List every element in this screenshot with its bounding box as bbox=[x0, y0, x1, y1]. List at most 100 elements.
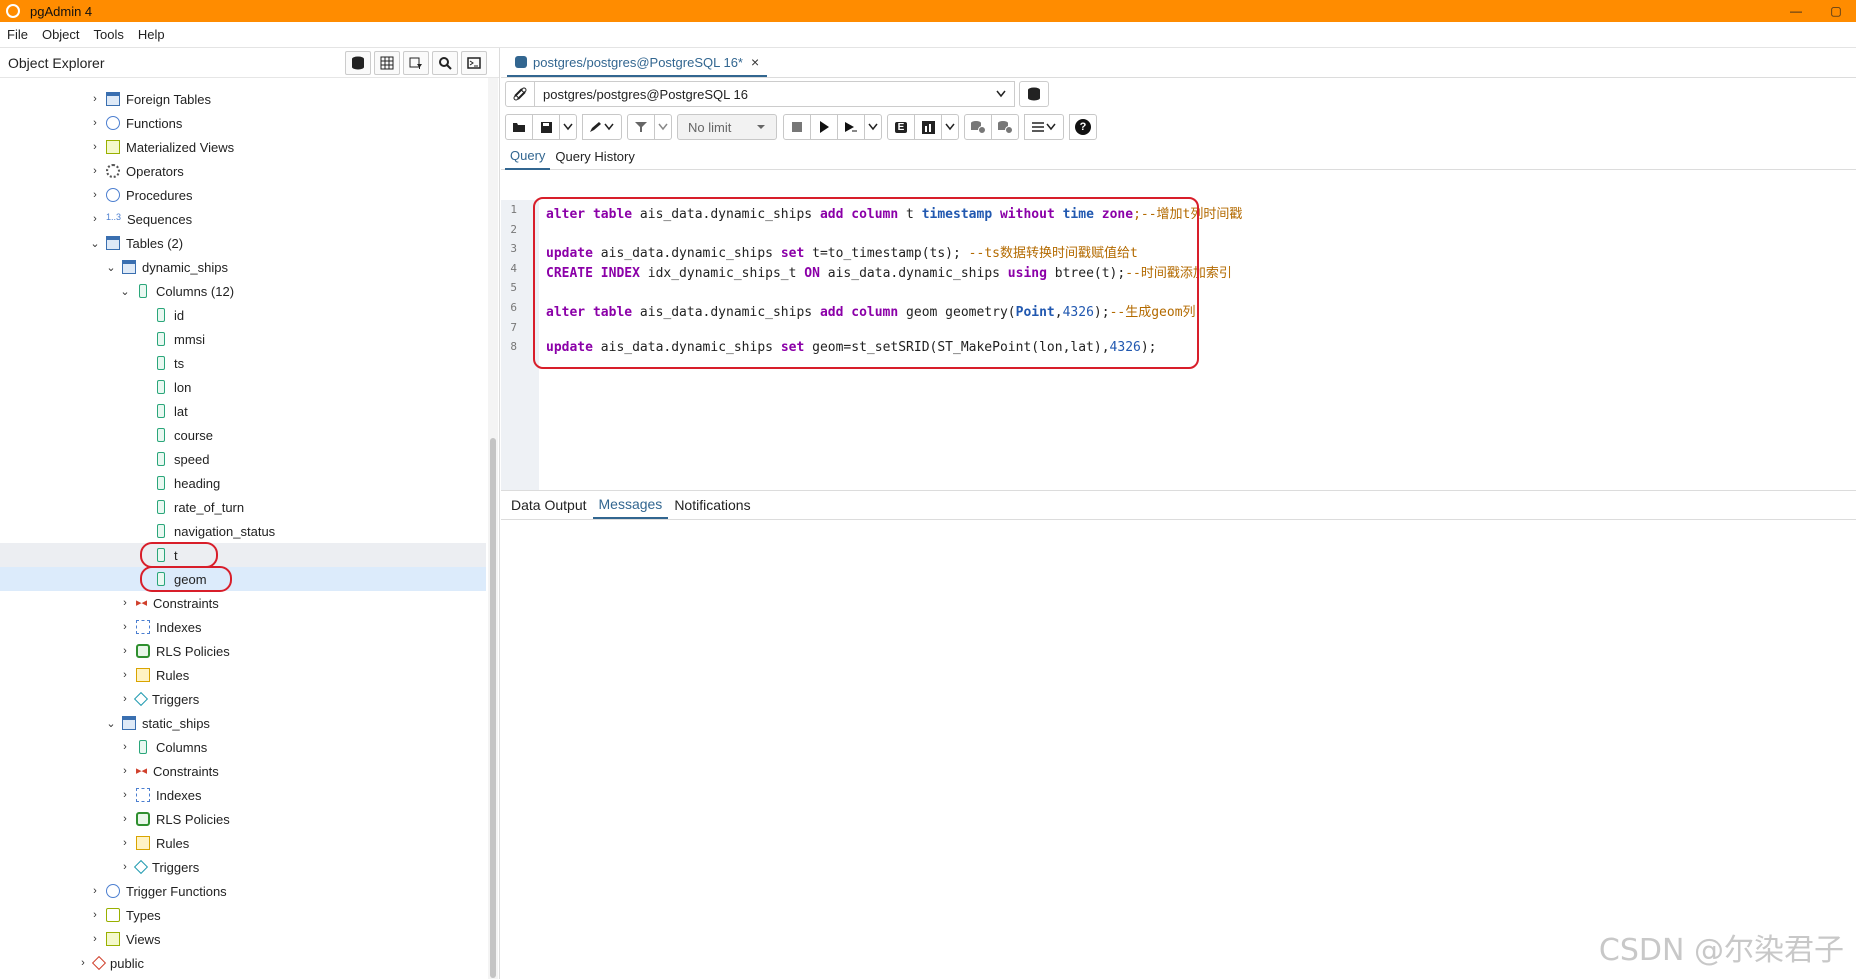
chevron-right-icon[interactable]: › bbox=[118, 813, 132, 825]
tab-query-history[interactable]: Query History bbox=[550, 144, 639, 170]
tree-item[interactable]: › Rules bbox=[0, 831, 486, 855]
chevron-right-icon[interactable]: › bbox=[118, 741, 132, 753]
chevron-right-icon[interactable]: › bbox=[88, 117, 102, 129]
chevron-right-icon[interactable]: › bbox=[88, 885, 102, 897]
tree-item[interactable]: › Triggers bbox=[0, 855, 486, 879]
macros-button[interactable] bbox=[1024, 114, 1064, 140]
commit-button[interactable] bbox=[964, 114, 992, 140]
search-button[interactable] bbox=[432, 50, 458, 75]
chevron-right-icon[interactable]: › bbox=[88, 141, 102, 153]
tree-item[interactable]: id bbox=[0, 303, 486, 327]
tree-item[interactable]: › Indexes bbox=[0, 783, 486, 807]
execute-button[interactable] bbox=[810, 114, 838, 140]
explain-analyze-button[interactable] bbox=[914, 114, 942, 140]
tree-item[interactable]: ⌄ dynamic_ships bbox=[0, 255, 486, 279]
tree-item[interactable]: ⌄ static_ships bbox=[0, 711, 486, 735]
explain-button[interactable]: E bbox=[887, 114, 915, 140]
chevron-down-icon[interactable]: ⌄ bbox=[104, 261, 118, 274]
database-icon-button[interactable] bbox=[345, 50, 371, 75]
tab-messages[interactable]: Messages bbox=[592, 491, 669, 519]
tree-item[interactable]: › Functions bbox=[0, 111, 486, 135]
tree-item[interactable]: ts bbox=[0, 351, 486, 375]
chevron-right-icon[interactable]: › bbox=[118, 693, 132, 705]
tree-item[interactable]: course bbox=[0, 423, 486, 447]
chevron-right-icon[interactable]: › bbox=[118, 621, 132, 633]
tree-item[interactable]: › Operators bbox=[0, 159, 486, 183]
tree-item[interactable]: lon bbox=[0, 375, 486, 399]
tree-item[interactable]: geom bbox=[0, 567, 486, 591]
menu-object[interactable]: Object bbox=[35, 27, 87, 42]
menu-file[interactable]: File bbox=[0, 27, 35, 42]
save-file-button[interactable] bbox=[532, 114, 560, 140]
chevron-right-icon[interactable]: › bbox=[118, 765, 132, 777]
chevron-right-icon[interactable]: › bbox=[118, 837, 132, 849]
open-file-button[interactable] bbox=[505, 114, 533, 140]
tree-item[interactable]: › Rules bbox=[0, 663, 486, 687]
chevron-down-icon[interactable]: ⌄ bbox=[88, 237, 102, 250]
filter-options-button[interactable] bbox=[654, 114, 672, 140]
tree-item[interactable]: › Views bbox=[0, 927, 486, 951]
tree-item[interactable]: › Procedures bbox=[0, 183, 486, 207]
chevron-right-icon[interactable]: › bbox=[118, 861, 132, 873]
chevron-down-icon[interactable]: ⌄ bbox=[118, 285, 132, 298]
tab-data-output[interactable]: Data Output bbox=[505, 491, 593, 519]
maximize-button[interactable]: ▢ bbox=[1816, 4, 1856, 18]
tree-item[interactable]: speed bbox=[0, 447, 486, 471]
chevron-right-icon[interactable]: › bbox=[118, 597, 132, 609]
tree-item[interactable]: › Trigger Functions bbox=[0, 879, 486, 903]
chevron-right-icon[interactable]: › bbox=[88, 165, 102, 177]
tree-item[interactable]: › RLS Policies bbox=[0, 807, 486, 831]
tree-item[interactable]: › Columns bbox=[0, 735, 486, 759]
minimize-button[interactable]: — bbox=[1776, 4, 1816, 18]
tree-item[interactable]: › Types bbox=[0, 903, 486, 927]
chevron-right-icon[interactable]: › bbox=[76, 957, 90, 969]
chevron-right-icon[interactable]: › bbox=[118, 669, 132, 681]
chevron-right-icon[interactable]: › bbox=[118, 789, 132, 801]
tree-item[interactable]: › ▸◂ Constraints bbox=[0, 591, 486, 615]
tree-item[interactable]: › public bbox=[0, 951, 486, 975]
tree-item[interactable]: rate_of_turn bbox=[0, 495, 486, 519]
menu-tools[interactable]: Tools bbox=[87, 27, 131, 42]
tree-item[interactable]: › Indexes bbox=[0, 615, 486, 639]
menu-help[interactable]: Help bbox=[131, 27, 172, 42]
save-options-button[interactable] bbox=[559, 114, 577, 140]
scrollbar-thumb[interactable] bbox=[490, 438, 496, 978]
close-tab-icon[interactable]: × bbox=[751, 54, 759, 70]
psql-tool-button[interactable] bbox=[461, 50, 487, 75]
tree-item[interactable]: › 1..3 Sequences bbox=[0, 207, 486, 231]
tree-item[interactable]: › Foreign Tables bbox=[0, 87, 486, 111]
edit-button[interactable] bbox=[582, 114, 622, 140]
tree-item[interactable]: mmsi bbox=[0, 327, 486, 351]
new-connection-button[interactable] bbox=[1019, 81, 1049, 107]
tree-item[interactable]: › ▸◂ Constraints bbox=[0, 759, 486, 783]
rollback-button[interactable] bbox=[991, 114, 1019, 140]
query-tool-tab[interactable]: postgres/postgres@PostgreSQL 16* × bbox=[507, 49, 768, 77]
tree-item[interactable]: › Triggers bbox=[0, 687, 486, 711]
chevron-right-icon[interactable]: › bbox=[88, 933, 102, 945]
connection-select[interactable]: postgres/postgres@PostgreSQL 16 bbox=[535, 81, 1015, 107]
tree-item[interactable]: lat bbox=[0, 399, 486, 423]
object-explorer-scrollbar[interactable] bbox=[488, 78, 498, 979]
tree-item[interactable]: navigation_status bbox=[0, 519, 486, 543]
tree-item[interactable]: t bbox=[0, 543, 486, 567]
connection-status-button[interactable] bbox=[505, 81, 535, 107]
chevron-right-icon[interactable]: › bbox=[88, 189, 102, 201]
stop-button[interactable] bbox=[783, 114, 811, 140]
tree-item[interactable]: ⌄ Columns (12) bbox=[0, 279, 486, 303]
tree-item[interactable]: ⌄ Tables (2) bbox=[0, 231, 486, 255]
row-limit-select[interactable]: No limit bbox=[677, 114, 777, 140]
chevron-right-icon[interactable]: › bbox=[88, 213, 102, 225]
chevron-down-icon[interactable]: ⌄ bbox=[104, 717, 118, 730]
chevron-right-icon[interactable]: › bbox=[88, 93, 102, 105]
tab-notifications[interactable]: Notifications bbox=[668, 491, 756, 519]
chevron-right-icon[interactable]: › bbox=[88, 909, 102, 921]
explain-options-button[interactable] bbox=[941, 114, 959, 140]
execute-menu-button[interactable] bbox=[864, 114, 882, 140]
tree-item[interactable]: heading bbox=[0, 471, 486, 495]
help-button[interactable]: ? bbox=[1069, 114, 1097, 140]
tree-item[interactable]: › Materialized Views bbox=[0, 135, 486, 159]
sql-editor[interactable]: 12345678 alter table ais_data.dynamic_sh… bbox=[501, 197, 1856, 490]
filter-button[interactable] bbox=[627, 114, 655, 140]
execute-options-button[interactable] bbox=[837, 114, 865, 140]
view-data-button[interactable] bbox=[374, 50, 400, 75]
